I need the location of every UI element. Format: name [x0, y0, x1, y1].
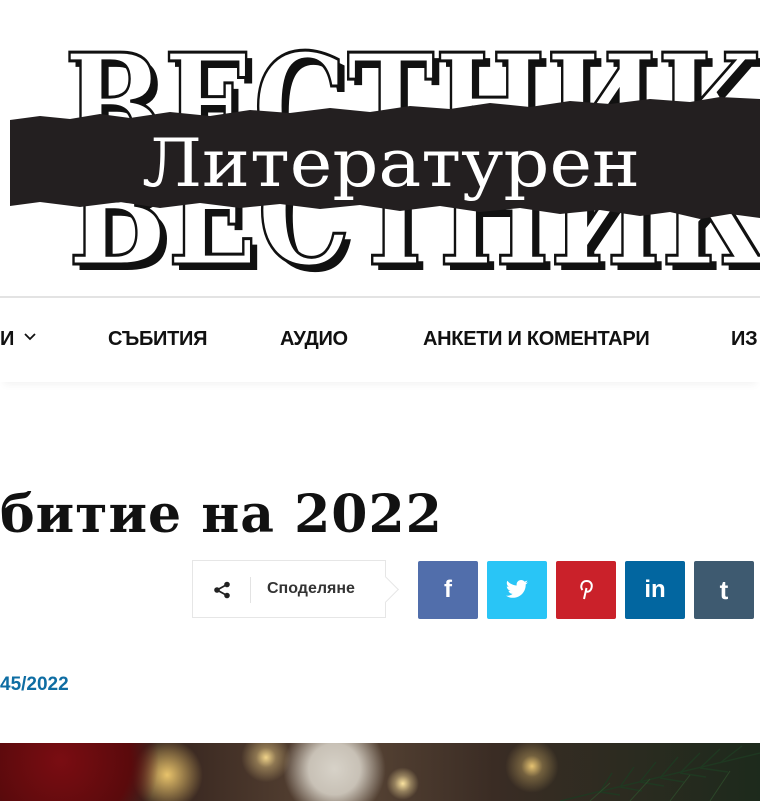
logo-band-word: Литературен [142, 125, 640, 202]
twitter-share-button[interactable] [487, 561, 547, 619]
site-logo[interactable]: ВЕСТНИК ВЕСТНИК ВЕСТНИК ВЕСТНИК Литерату… [0, 0, 760, 296]
share-icon [214, 581, 230, 599]
twitter-icon [506, 580, 528, 598]
facebook-share-button[interactable]: f [418, 561, 478, 619]
share-label: Споделяне [267, 580, 355, 597]
nav-item-label: ИЗ [731, 328, 758, 350]
facebook-icon: f [444, 576, 452, 603]
share-divider [250, 577, 251, 603]
nav-item-partial-right[interactable]: ИЗ [731, 328, 758, 351]
tumblr-share-button[interactable]: t [694, 561, 754, 619]
nav-item-label: И [0, 328, 15, 350]
pine-branch-graphic [559, 745, 760, 801]
nav-item-label: АНКЕТИ И КОМЕНТАРИ [423, 328, 650, 350]
article-title: битие на 2022 [0, 484, 443, 545]
pinterest-icon [580, 579, 593, 600]
chevron-down-icon[interactable] [24, 333, 36, 341]
nav-item-partial-left[interactable]: И [0, 328, 14, 351]
issue-link[interactable]: 45/2022 [0, 674, 69, 696]
nav-item-audio[interactable]: АУДИО [280, 328, 348, 351]
main-navigation: И СЪБИТИЯ АУДИО АНКЕТИ И КОМЕНТАРИ ИЗ [0, 296, 760, 382]
nav-item-events[interactable]: СЪБИТИЯ [108, 328, 208, 351]
nav-item-label: АУДИО [280, 328, 348, 350]
nav-item-label: СЪБИТИЯ [108, 328, 208, 350]
featured-image [0, 743, 760, 801]
linkedin-icon: in [644, 576, 666, 603]
share-box[interactable]: Споделяне [192, 560, 386, 618]
pinterest-share-button[interactable] [556, 561, 616, 619]
linkedin-share-button[interactable]: in [625, 561, 685, 619]
nav-item-surveys-comments[interactable]: АНКЕТИ И КОМЕНТАРИ [423, 328, 650, 351]
tumblr-icon: t [719, 574, 729, 605]
